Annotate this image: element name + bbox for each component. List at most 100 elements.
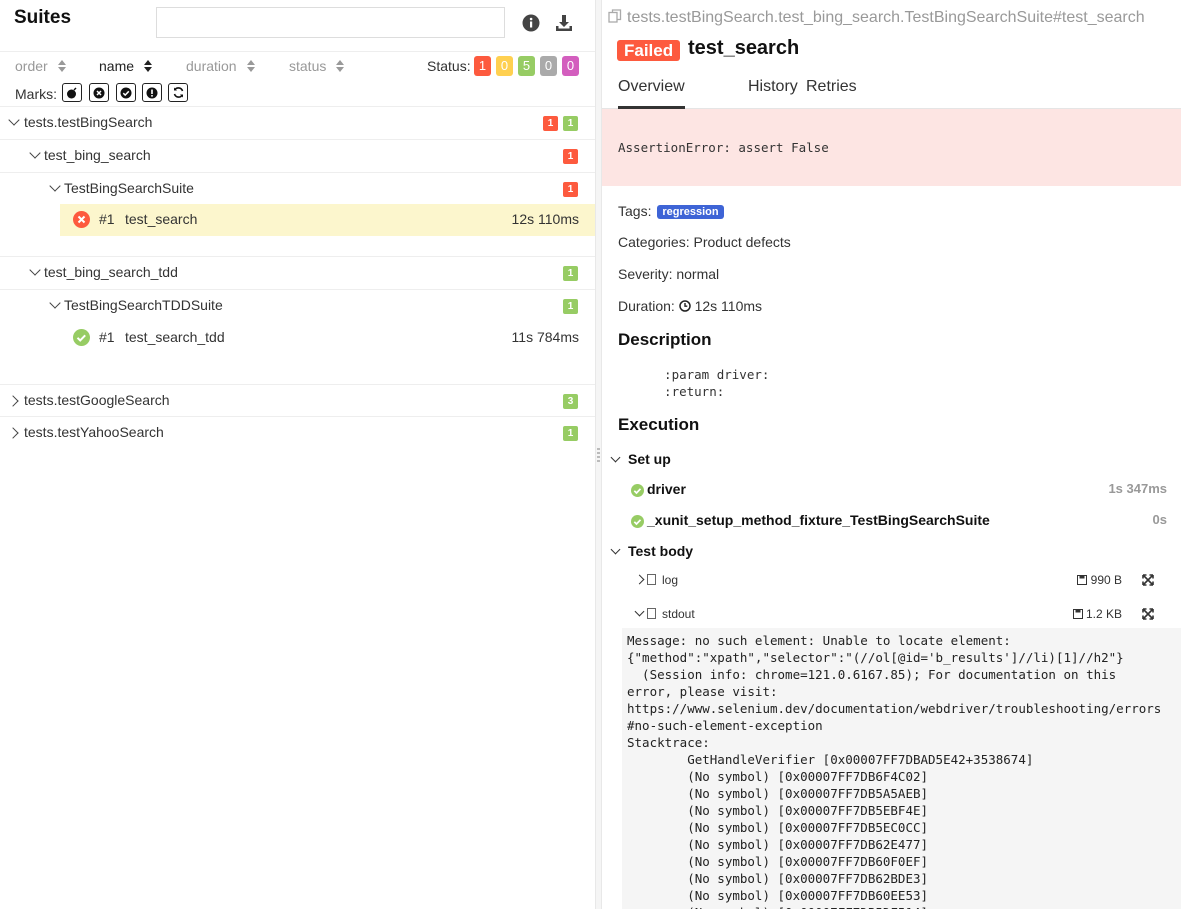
test-number: #1 <box>99 211 115 227</box>
sort-status[interactable]: status <box>289 58 345 74</box>
exclamation-circle-icon[interactable] <box>142 83 162 102</box>
breadcrumb: tests.testBingSearch.test_bing_search.Te… <box>608 9 1145 27</box>
setup-section-toggle[interactable]: Set up <box>610 451 671 467</box>
tree-suite-testgooglesearch[interactable]: tests.testGoogleSearch 3 <box>0 384 595 417</box>
test-body-label: Test body <box>628 543 694 559</box>
sort-arrows-icon <box>144 60 153 72</box>
close-circle-icon[interactable] <box>89 83 109 102</box>
sort-name[interactable]: name <box>99 58 153 74</box>
attachment-name: log <box>662 573 679 587</box>
passed-status-icon <box>73 329 90 346</box>
test-row-test-search-tdd[interactable]: #1 test_search_tdd 11s 784ms <box>60 322 595 354</box>
tree-suite-test-bing-search[interactable]: test_bing_search 1 <box>0 139 595 172</box>
test-duration: 11s 784ms <box>511 329 579 345</box>
status-filter-passed[interactable]: 5 <box>518 56 535 76</box>
chevron-down-icon <box>610 452 621 462</box>
suites-panel: Suites order name duration status Status… <box>0 0 595 909</box>
passed-count-badge: 1 <box>563 116 578 131</box>
copy-icon[interactable] <box>608 9 622 23</box>
stdout-content[interactable]: Message: no such element: Unable to loca… <box>622 628 1181 909</box>
suite-name: tests.testBingSearch <box>24 114 153 130</box>
suite-name: tests.testYahooSearch <box>24 424 164 440</box>
passed-status-icon <box>631 484 644 497</box>
chevron-down-icon <box>49 297 61 309</box>
expand-icon[interactable] <box>1142 608 1154 620</box>
error-message-box: AssertionError: assert False <box>602 109 1181 186</box>
tab-history[interactable]: History <box>748 78 798 96</box>
chevron-down-icon <box>29 264 41 276</box>
bomb-icon[interactable] <box>62 83 82 102</box>
search-input[interactable] <box>156 7 505 38</box>
test-duration: 12s 110ms <box>511 211 579 227</box>
failed-count-badge: 1 <box>563 149 578 164</box>
error-message: AssertionError: assert False <box>618 140 829 155</box>
check-circle-icon[interactable] <box>116 83 136 102</box>
tree-suite-testbingsearch[interactable]: tests.testBingSearch 1 1 <box>0 106 595 139</box>
tags-label: Tags: <box>618 203 652 219</box>
tag-badge: regression <box>657 205 724 219</box>
status-filter-skipped[interactable]: 0 <box>540 56 557 76</box>
chevron-right-icon <box>7 427 19 439</box>
suite-name: TestBingSearchSuite <box>64 180 194 196</box>
tree-suite-testbingsearchtddsuite[interactable]: TestBingSearchTDDSuite 1 <box>0 289 595 322</box>
attachment-size: 1.2 KB <box>1072 607 1122 621</box>
sort-duration[interactable]: duration <box>186 58 256 74</box>
test-row-test-search[interactable]: #1 test_search 12s 110ms <box>60 204 595 236</box>
suite-name: tests.testGoogleSearch <box>24 392 170 408</box>
test-number: #1 <box>99 329 115 345</box>
chevron-down-icon <box>49 180 61 192</box>
chevron-right-icon <box>634 574 645 585</box>
status-filter-broken[interactable]: 0 <box>496 56 513 76</box>
chevron-down-icon <box>634 606 645 617</box>
tab-retries[interactable]: Retries <box>806 78 857 96</box>
suite-name: test_bing_search_tdd <box>44 264 178 280</box>
expand-icon[interactable] <box>1142 574 1154 586</box>
marks-label: Marks: <box>15 86 57 102</box>
sort-bar: order name duration status Status: 1 0 5… <box>0 51 595 107</box>
status-badge: Failed <box>617 40 681 61</box>
status-filter-label: Status: <box>427 58 471 74</box>
suite-name: TestBingSearchTDDSuite <box>64 297 223 313</box>
test-name: test_search_tdd <box>125 329 225 345</box>
refresh-icon[interactable] <box>168 83 188 102</box>
drag-handle-icon <box>597 448 600 464</box>
sort-order[interactable]: order <box>15 58 67 74</box>
description-heading: Description <box>618 330 712 349</box>
failed-count-badge: 1 <box>543 116 558 131</box>
chevron-down-icon <box>29 147 41 159</box>
step-name: _xunit_setup_method_fixture_TestBingSear… <box>647 512 990 528</box>
suites-title: Suites <box>14 7 72 28</box>
pane-splitter[interactable] <box>595 0 602 909</box>
categories-row: Categories: Product defects <box>618 234 791 250</box>
attachment-stdout[interactable]: stdout 1.2 KB <box>632 606 1162 624</box>
step-xunit-setup[interactable]: _xunit_setup_method_fixture_TestBingSear… <box>631 512 1181 532</box>
attachment-log[interactable]: log 990 B <box>632 572 1162 590</box>
passed-count-badge: 1 <box>563 426 578 441</box>
attachment-name: stdout <box>662 607 695 621</box>
clock-icon <box>678 299 691 312</box>
step-name: driver <box>647 481 686 497</box>
status-filter-failed[interactable]: 1 <box>474 56 491 76</box>
suite-name: test_bing_search <box>44 147 151 163</box>
download-icon[interactable] <box>554 13 574 33</box>
status-filter-unknown[interactable]: 0 <box>562 56 579 76</box>
info-circle-icon[interactable] <box>521 13 541 33</box>
setup-label: Set up <box>628 451 671 467</box>
tab-bar: Overview History Retries <box>602 68 1181 109</box>
duration-label: Duration: <box>618 298 675 314</box>
tree-suite-test-bing-search-tdd[interactable]: test_bing_search_tdd 1 <box>0 256 595 289</box>
step-driver[interactable]: driver 1s 347ms <box>631 481 1181 501</box>
attachment-size: 990 B <box>1077 573 1122 587</box>
description-text: :param driver: :return: <box>664 367 770 399</box>
tags-row: Tags: regression <box>618 203 724 219</box>
passed-count-badge: 3 <box>563 394 578 409</box>
chevron-down-icon <box>8 114 20 126</box>
severity-row: Severity: normal <box>618 266 720 282</box>
tab-overview[interactable]: Overview <box>618 78 685 109</box>
tree-suite-testyahoosearch[interactable]: tests.testYahooSearch 1 <box>0 416 595 449</box>
passed-status-icon <box>631 515 644 528</box>
tree-suite-testbingsearchsuite[interactable]: TestBingSearchSuite 1 <box>0 172 595 205</box>
test-body-section-toggle[interactable]: Test body <box>610 543 694 559</box>
failed-status-icon <box>73 211 90 228</box>
step-duration: 1s 347ms <box>1108 481 1167 496</box>
